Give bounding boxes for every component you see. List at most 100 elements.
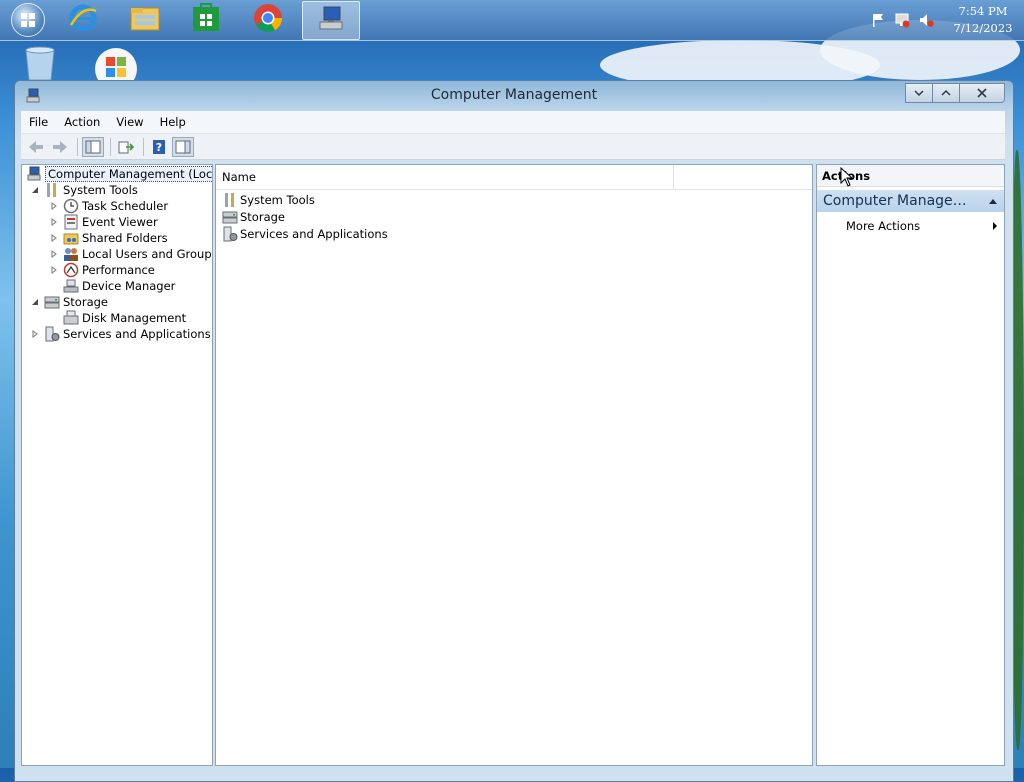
- tree-item-event-viewer[interactable]: Event Viewer: [49, 214, 158, 230]
- taskbar-file-explorer[interactable]: [117, 1, 173, 38]
- column-header-name[interactable]: Name: [216, 165, 674, 189]
- expand-arrow-icon[interactable]: [49, 201, 59, 211]
- clock-time: 7:54 PM: [958, 4, 1008, 18]
- taskbar-computer-management[interactable]: [302, 1, 360, 40]
- close-button[interactable]: [960, 83, 1005, 103]
- tree-item-label: Device Manager: [82, 279, 176, 293]
- tree-item-system-tools[interactable]: System Tools: [30, 182, 138, 198]
- show-hide-console-tree-button[interactable]: [82, 136, 104, 157]
- menu-view[interactable]: View: [108, 115, 151, 129]
- shared-folder-icon: [63, 230, 79, 246]
- results-pane: Name System Tools Storage Services and A…: [215, 164, 813, 766]
- more-actions-label: More Actions: [846, 219, 921, 233]
- expand-arrow-icon[interactable]: [30, 329, 40, 339]
- chevron-down-icon: [914, 90, 924, 97]
- back-arrow-icon: [29, 140, 43, 153]
- computer-management-icon: [26, 166, 42, 182]
- toolbar-separator: [77, 137, 78, 156]
- file-explorer-icon: [129, 3, 161, 36]
- maximize-button[interactable]: [933, 83, 960, 103]
- performance-icon: [63, 262, 79, 278]
- tree-item-label: Disk Management: [82, 311, 187, 325]
- close-icon: [977, 88, 987, 98]
- taskbar-internet-explorer[interactable]: [55, 1, 111, 38]
- list-item[interactable]: Storage: [222, 208, 285, 225]
- internet-explorer-icon: [68, 3, 98, 36]
- tree-item-label: System Tools: [63, 183, 138, 197]
- forward-button[interactable]: [49, 137, 71, 157]
- title-bar[interactable]: Computer Management: [15, 81, 1013, 111]
- event-viewer-icon: [63, 214, 79, 230]
- tree-item-task-scheduler[interactable]: Task Scheduler: [49, 198, 168, 214]
- forward-arrow-icon: [53, 140, 67, 153]
- menu-file[interactable]: File: [21, 115, 56, 129]
- services-icon: [44, 326, 60, 342]
- menu-bar: File Action View Help: [21, 111, 1005, 134]
- export-list-icon: [118, 141, 134, 153]
- clock[interactable]: 7:54 PM 7/12/2023: [942, 3, 1024, 37]
- storage-icon: [222, 209, 238, 225]
- tree-item-computer-management-local[interactable]: Computer Management (Local): [26, 166, 212, 182]
- minimize-button[interactable]: [905, 83, 933, 103]
- column-header-empty[interactable]: [674, 165, 812, 189]
- services-icon: [222, 226, 238, 242]
- actions-pane: Actions Computer Manageme... More Action…: [816, 164, 1005, 766]
- tree-item-label: Performance: [82, 263, 155, 277]
- chevron-up-icon: [941, 89, 951, 96]
- window-controls: [905, 83, 1005, 103]
- back-button[interactable]: [25, 137, 47, 157]
- collapse-arrow-icon[interactable]: [30, 297, 40, 307]
- list-item[interactable]: Services and Applications: [222, 225, 388, 242]
- expand-arrow-icon[interactable]: [49, 249, 59, 259]
- console-tree-icon: [85, 140, 101, 153]
- system-tray: 7:54 PM 7/12/2023: [870, 0, 1024, 40]
- list-item[interactable]: System Tools: [222, 191, 315, 208]
- collapse-up-arrow-icon[interactable]: [988, 197, 998, 205]
- more-actions-item[interactable]: More Actions: [846, 217, 998, 235]
- network-error-icon[interactable]: [894, 12, 910, 28]
- menu-action[interactable]: Action: [56, 115, 108, 129]
- windows-logo-icon: [11, 2, 45, 37]
- list-item-label: System Tools: [240, 192, 315, 207]
- taskbar-chrome[interactable]: [240, 1, 296, 38]
- clock-date: 7/12/2023: [953, 21, 1013, 35]
- show-hide-action-pane-button[interactable]: [172, 136, 194, 157]
- expand-arrow-icon[interactable]: [49, 233, 59, 243]
- export-list-button[interactable]: [115, 137, 137, 157]
- list-item-label: Storage: [240, 209, 285, 224]
- tree-item-label: Computer Management (Local): [45, 166, 212, 182]
- tree-item-shared-folders[interactable]: Shared Folders: [49, 230, 168, 246]
- menu-help[interactable]: Help: [152, 115, 194, 129]
- actions-section-computer-management[interactable]: Computer Manageme...: [817, 190, 1004, 212]
- chrome-icon: [253, 3, 283, 36]
- start-button[interactable]: [0, 1, 56, 38]
- actions-section-label: Computer Manageme...: [823, 193, 979, 209]
- windows-update-icon[interactable]: [94, 47, 138, 90]
- store-icon: [191, 3, 221, 36]
- tree-item-label: Local Users and Groups: [82, 247, 213, 261]
- recycle-bin-icon[interactable]: [20, 46, 60, 83]
- tree-item-label: Task Scheduler: [82, 199, 169, 213]
- taskbar: 7:54 PM 7/12/2023: [0, 0, 1024, 41]
- system-tools-icon: [44, 182, 60, 198]
- action-center-flag-icon[interactable]: [870, 12, 886, 28]
- tree-item-label: Services and Applications: [63, 327, 211, 341]
- tree-item-device-manager[interactable]: Device Manager: [63, 278, 175, 294]
- tree-item-label: Shared Folders: [82, 231, 168, 245]
- mouse-cursor-icon: [840, 167, 852, 187]
- tree-item-disk-management[interactable]: Disk Management: [63, 310, 186, 326]
- tree-item-performance[interactable]: Performance: [49, 262, 155, 278]
- submenu-arrow-icon: [993, 222, 997, 230]
- tree-item-local-users-and-groups[interactable]: Local Users and Groups: [49, 246, 213, 262]
- tree-item-services-and-applications[interactable]: Services and Applications: [30, 326, 211, 342]
- volume-muted-icon[interactable]: [918, 12, 934, 28]
- toolbar-separator: [143, 137, 144, 156]
- taskbar-store[interactable]: [178, 1, 234, 38]
- help-button[interactable]: ?: [148, 137, 170, 157]
- tree-item-storage[interactable]: Storage: [30, 294, 108, 310]
- collapse-arrow-icon[interactable]: [30, 185, 40, 195]
- action-pane-icon: [175, 140, 191, 153]
- expand-arrow-icon[interactable]: [49, 217, 59, 227]
- expand-arrow-icon[interactable]: [49, 265, 59, 275]
- list-item-label: Services and Applications: [240, 226, 388, 241]
